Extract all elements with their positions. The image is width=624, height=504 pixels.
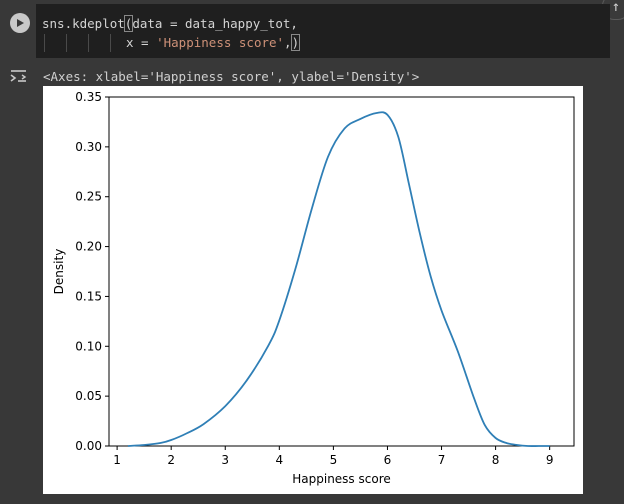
arrow-up-icon: ↑: [611, 0, 621, 15]
x-tick-label: 4: [275, 453, 283, 467]
x-tick-label: 5: [330, 453, 338, 467]
x-tick-label: 1: [113, 453, 121, 467]
x-tick-label: 6: [384, 453, 392, 467]
kde-chart: 1 2 3 4 5 6 7 8 9 0.00 0.05 0.10 0.15 0.20 0.25 0.30 0.3…: [52, 90, 575, 486]
indent-guide: [66, 34, 67, 52]
y-tick-label: 0.15: [75, 289, 102, 303]
y-tick-label: 0.35: [75, 90, 102, 104]
x-tick-label: 2: [167, 453, 175, 467]
code-token: x =: [126, 35, 149, 50]
indent-guide: [44, 34, 45, 52]
kde-line: [127, 111, 550, 447]
y-tick-label: 0.30: [75, 140, 102, 154]
code-token: data = data_happy_tot,: [132, 16, 298, 31]
output-toggle-icon: [10, 70, 27, 82]
y-tick-label: 0.20: [75, 240, 102, 254]
play-icon: [17, 19, 24, 27]
x-tick-label: 7: [438, 453, 446, 467]
notebook-cell: ↑ sns.kdeplot(data = data_happy_tot, x =…: [0, 0, 624, 504]
y-tick-label: 0.10: [75, 339, 102, 353]
output-toggle-button[interactable]: [8, 67, 30, 85]
axes-frame: [108, 96, 575, 447]
plot-output: 1 2 3 4 5 6 7 8 9 0.00 0.05 0.10 0.15 0.20 0.25 0.30 0.3…: [43, 86, 583, 494]
code-string: 'Happiness score': [156, 35, 285, 50]
y-tick-label: 0.05: [75, 389, 102, 403]
y-tick-label: 0.00: [75, 439, 102, 453]
code-line-2: x = 'Happiness score',): [126, 34, 301, 51]
indent-guide: [110, 34, 111, 52]
code-token: sns.kdeplot: [42, 16, 125, 31]
code-token: ): [290, 34, 301, 51]
indent-guide: [88, 34, 89, 52]
x-tick-label: 3: [221, 453, 229, 467]
x-tick-label: 9: [546, 453, 554, 467]
output-repr: <Axes: xlabel='Happiness score', ylabel=…: [43, 69, 420, 84]
code-editor[interactable]: sns.kdeplot(data = data_happy_tot, x = '…: [36, 4, 610, 58]
run-cell-button[interactable]: [10, 13, 30, 33]
x-axis-label: Happiness score: [292, 472, 391, 486]
y-axis-label: Density: [52, 249, 66, 295]
code-line-1: sns.kdeplot(data = data_happy_tot,: [42, 15, 298, 32]
y-tick-label: 0.25: [75, 190, 102, 204]
code-token: ,: [284, 35, 292, 50]
x-tick-label: 8: [492, 453, 500, 467]
